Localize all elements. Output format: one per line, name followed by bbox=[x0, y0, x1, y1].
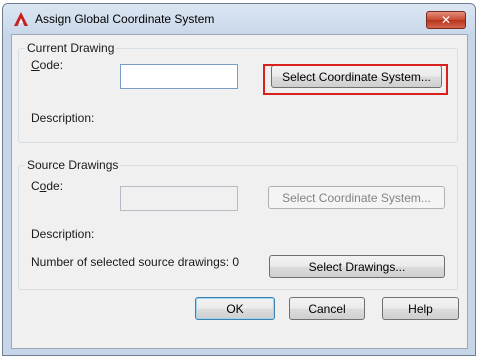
close-button[interactable]: ✕ bbox=[426, 11, 466, 29]
source-select-coordinate-system-button: Select Coordinate System... bbox=[268, 186, 445, 209]
source-code-input bbox=[120, 186, 238, 211]
current-drawing-group: Current Drawing Code: Select Coordinate … bbox=[18, 41, 458, 143]
source-code-label: Code: bbox=[31, 179, 64, 193]
select-drawings-button[interactable]: Select Drawings... bbox=[269, 255, 445, 278]
source-drawings-group-title: Source Drawings bbox=[25, 158, 121, 172]
current-code-input[interactable] bbox=[120, 64, 238, 89]
title-bar[interactable]: Assign Global Coordinate System ✕ bbox=[3, 4, 475, 34]
highlight-box bbox=[263, 64, 448, 95]
source-description-label: Description: bbox=[31, 227, 95, 241]
current-code-label: Code: bbox=[31, 58, 64, 72]
selected-source-drawings-count: Number of selected source drawings: 0 bbox=[31, 255, 240, 269]
help-button[interactable]: Help bbox=[382, 297, 459, 320]
dialog-window: Assign Global Coordinate System ✕ Curren… bbox=[2, 3, 476, 356]
autocad-app-icon bbox=[14, 12, 28, 26]
current-description-label: Description: bbox=[31, 111, 95, 125]
current-drawing-group-title: Current Drawing bbox=[25, 41, 117, 55]
cancel-button[interactable]: Cancel bbox=[289, 297, 365, 320]
ok-button[interactable]: OK bbox=[195, 297, 275, 320]
close-icon: ✕ bbox=[440, 13, 452, 27]
dialog-body: Current Drawing Code: Select Coordinate … bbox=[11, 34, 468, 349]
source-drawings-group: Source Drawings Code: Select Coordinate … bbox=[18, 158, 458, 290]
dialog-title: Assign Global Coordinate System bbox=[35, 12, 215, 26]
